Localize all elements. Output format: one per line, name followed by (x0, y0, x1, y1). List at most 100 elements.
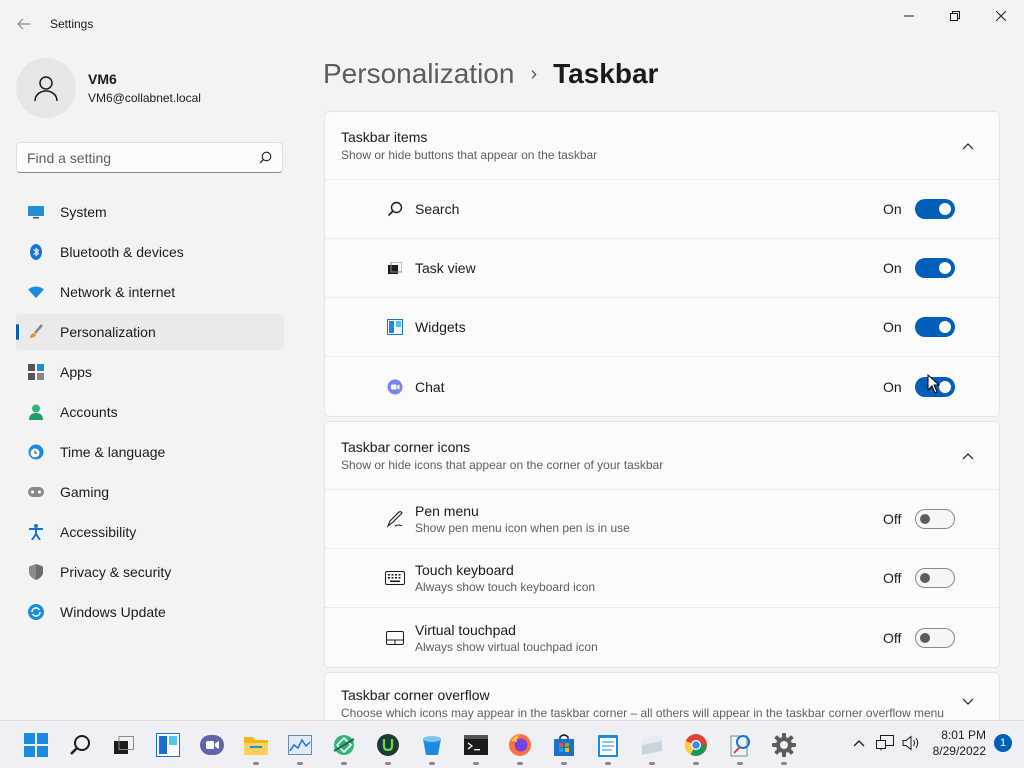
close-icon (996, 11, 1006, 21)
sidebar-item-label: Accessibility (60, 524, 137, 540)
touchpad-icon (385, 628, 405, 648)
title-bar: Settings (0, 0, 1024, 48)
setting-row-chat: Chat On (325, 357, 999, 416)
notepad-button[interactable] (588, 729, 628, 765)
toggle-state: Off (883, 629, 902, 646)
breadcrumb-parent[interactable]: Personalization (323, 58, 514, 90)
sidebar-nav: System Bluetooth & devices Network & int… (16, 194, 284, 634)
upwork-button[interactable] (368, 729, 408, 765)
sidebar-item-apps[interactable]: Apps (16, 354, 284, 390)
search-box[interactable] (16, 142, 283, 173)
profile-email: VM6@collabnet.local (88, 91, 201, 105)
microsoft-store-button[interactable] (544, 729, 584, 765)
sidebar-item-personalization[interactable]: Personalization (16, 314, 284, 350)
file-explorer-button[interactable] (236, 729, 276, 765)
row-title: Chat (415, 378, 445, 395)
sidebar-item-gaming[interactable]: Gaming (16, 474, 284, 510)
sidebar-item-label: Windows Update (60, 604, 166, 620)
taskbar-corner-overflow-header[interactable]: Taskbar corner overflow Choose which ico… (325, 673, 999, 725)
sidebar-item-accessibility[interactable]: Accessibility (16, 514, 284, 550)
profile-name: VM6 (88, 71, 117, 87)
row-title: Virtual touchpad (415, 621, 516, 638)
taskbar-search-button[interactable] (60, 729, 100, 761)
search-input[interactable] (27, 149, 259, 166)
apps-icon (28, 364, 44, 380)
avatar (16, 58, 76, 118)
arrow-left-icon (17, 18, 30, 30)
section-subtitle: Show or hide icons that appear on the co… (341, 458, 664, 472)
restore-button[interactable] (932, 0, 978, 32)
notification-badge[interactable]: 1 (994, 734, 1012, 752)
sidebar-item-windows-update[interactable]: Windows Update (16, 594, 284, 630)
task-view-toggle[interactable] (915, 258, 955, 278)
row-title: Widgets (415, 319, 466, 335)
setting-row-widgets: Widgets On (325, 298, 999, 357)
row-title: Touch keyboard (415, 562, 514, 578)
chat-button[interactable] (192, 729, 232, 761)
minimize-button[interactable] (886, 0, 932, 32)
setting-row-touch-keyboard: Touch keyboard Always show touch keyboar… (325, 549, 999, 608)
chat-icon (385, 377, 405, 397)
section-title: Taskbar items (341, 129, 428, 145)
store-bag-icon (554, 734, 574, 756)
widgets-toggle[interactable] (915, 317, 955, 337)
toggle-state: On (883, 260, 902, 276)
row-title: Pen menu (415, 503, 479, 519)
taskbar-items-header[interactable]: Taskbar items Show or hide buttons that … (325, 112, 999, 180)
search-toggle[interactable] (915, 199, 955, 219)
gear-icon (772, 733, 796, 757)
toggle-state: On (883, 378, 902, 395)
sidebar-item-label: Bluetooth & devices (60, 244, 184, 260)
settings-content: Taskbar items Show or hide buttons that … (324, 111, 1000, 730)
network-app-button[interactable] (324, 729, 364, 765)
remote-desktop-button[interactable] (632, 729, 672, 765)
task-view-button[interactable] (104, 729, 144, 761)
terminal-button[interactable] (456, 729, 496, 765)
system-tools-button[interactable] (720, 729, 760, 765)
windows-logo-icon (24, 733, 48, 757)
setting-row-task-view: Task view On (325, 239, 999, 298)
section-title: Taskbar corner icons (341, 439, 471, 455)
row-subtitle: Always show virtual touchpad icon (415, 639, 598, 654)
collapse-button[interactable] (953, 441, 983, 471)
sidebar-item-label: Gaming (60, 484, 110, 500)
pen-menu-toggle[interactable] (915, 509, 955, 529)
close-button[interactable] (978, 0, 1024, 32)
virtual-touchpad-toggle[interactable] (915, 627, 955, 648)
person-icon (34, 76, 58, 102)
setting-row-pen-menu: Pen menu Show pen menu icon when pen is … (325, 490, 999, 549)
chevron-up-icon (962, 452, 974, 459)
taskbar-corner-icons-header[interactable]: Taskbar corner icons Show or hide icons … (325, 422, 999, 490)
toggle-state: On (883, 201, 902, 217)
bluetooth-icon (28, 244, 44, 260)
firefox-button[interactable] (500, 729, 540, 765)
chrome-button[interactable] (676, 729, 716, 765)
sidebar-item-privacy[interactable]: Privacy & security (16, 554, 284, 590)
sidebar-item-accounts[interactable]: Accounts (16, 394, 284, 430)
breadcrumb: Personalization › Taskbar (323, 58, 658, 90)
sidebar-item-system[interactable]: System (16, 194, 284, 230)
bucket-app-button[interactable] (412, 729, 452, 765)
user-profile[interactable]: VM6 VM6@collabnet.local (16, 58, 201, 118)
show-hidden-icons-button[interactable] (847, 731, 871, 755)
back-button[interactable] (10, 12, 38, 36)
sidebar-item-label: Time & language (60, 444, 166, 460)
collapse-button[interactable] (953, 131, 983, 161)
clock-time: 8:01 PM (941, 728, 986, 742)
settings-button[interactable] (764, 729, 804, 765)
resource-monitor-button[interactable] (280, 729, 320, 765)
sidebar-item-bluetooth[interactable]: Bluetooth & devices (16, 234, 284, 270)
clock[interactable]: 8:01 PM 8/29/2022 (933, 727, 986, 759)
touch-keyboard-toggle[interactable] (915, 568, 955, 588)
section-title: Taskbar corner overflow (341, 687, 490, 703)
sidebar-item-network[interactable]: Network & internet (16, 274, 284, 310)
network-status-button[interactable] (873, 731, 897, 755)
sidebar-item-time-language[interactable]: Time & language (16, 434, 284, 470)
row-subtitle: Always show touch keyboard icon (415, 580, 596, 594)
start-button[interactable] (16, 729, 56, 761)
taskbar-corner-overflow-card: Taskbar corner overflow Choose which ico… (324, 672, 1000, 726)
minimize-icon (904, 15, 914, 17)
expand-button[interactable] (953, 687, 983, 717)
volume-button[interactable] (899, 731, 923, 755)
widgets-button[interactable] (148, 729, 188, 761)
